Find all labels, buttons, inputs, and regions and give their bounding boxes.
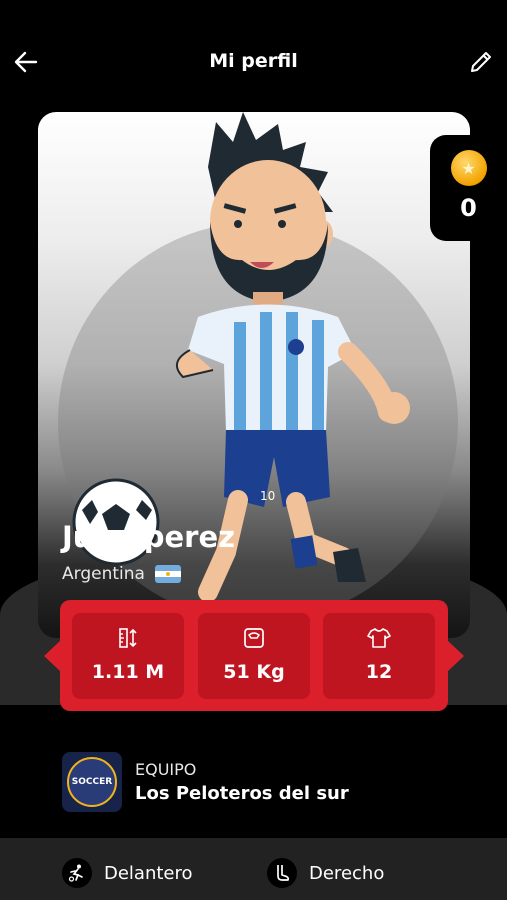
coin-count: 0 bbox=[460, 194, 477, 222]
player-country: Argentina bbox=[62, 564, 145, 584]
player-country-row: Argentina bbox=[62, 564, 181, 584]
team-row[interactable]: SOCCER EQUIPO Los Peloteros del sur bbox=[62, 752, 349, 812]
svg-text:10: 10 bbox=[260, 489, 275, 503]
height-ruler-icon bbox=[118, 627, 138, 649]
coin-balance[interactable]: ★ 0 bbox=[430, 135, 507, 241]
argentina-flag-icon bbox=[154, 565, 181, 583]
banner-right-point bbox=[447, 640, 464, 672]
foot-icon bbox=[267, 858, 297, 888]
stat-jersey-number: 12 bbox=[323, 613, 435, 699]
page-title: Mi perfil bbox=[209, 50, 298, 72]
header: Mi perfil bbox=[0, 0, 507, 110]
foot-attribute: Derecho bbox=[267, 858, 384, 888]
team-logo-text: SOCCER bbox=[67, 757, 117, 807]
running-player-icon bbox=[62, 858, 92, 888]
banner-left-point bbox=[44, 640, 61, 672]
soccer-team-logo-icon: SOCCER bbox=[62, 752, 122, 812]
edit-profile-button[interactable] bbox=[463, 44, 499, 80]
position-label: Delantero bbox=[104, 862, 193, 884]
foot-label: Derecho bbox=[309, 862, 385, 884]
star-coin-icon: ★ bbox=[450, 150, 487, 186]
pencil-icon bbox=[471, 52, 491, 72]
team-name: Los Peloteros del sur bbox=[135, 783, 349, 804]
weight-scale-icon bbox=[243, 627, 265, 649]
stat-jersey-value: 12 bbox=[365, 661, 393, 683]
stat-height: 1.11 M bbox=[72, 613, 184, 699]
player-illustration: 10 bbox=[72, 112, 410, 602]
player-name: Juan perez bbox=[62, 520, 236, 554]
team-label: EQUIPO bbox=[135, 760, 197, 779]
position-attribute: Delantero bbox=[62, 858, 193, 888]
jersey-icon bbox=[367, 627, 391, 649]
stat-weight-value: 51 Kg bbox=[223, 661, 285, 683]
stat-height-value: 1.11 M bbox=[91, 661, 165, 683]
stat-weight: 51 Kg bbox=[198, 613, 310, 699]
